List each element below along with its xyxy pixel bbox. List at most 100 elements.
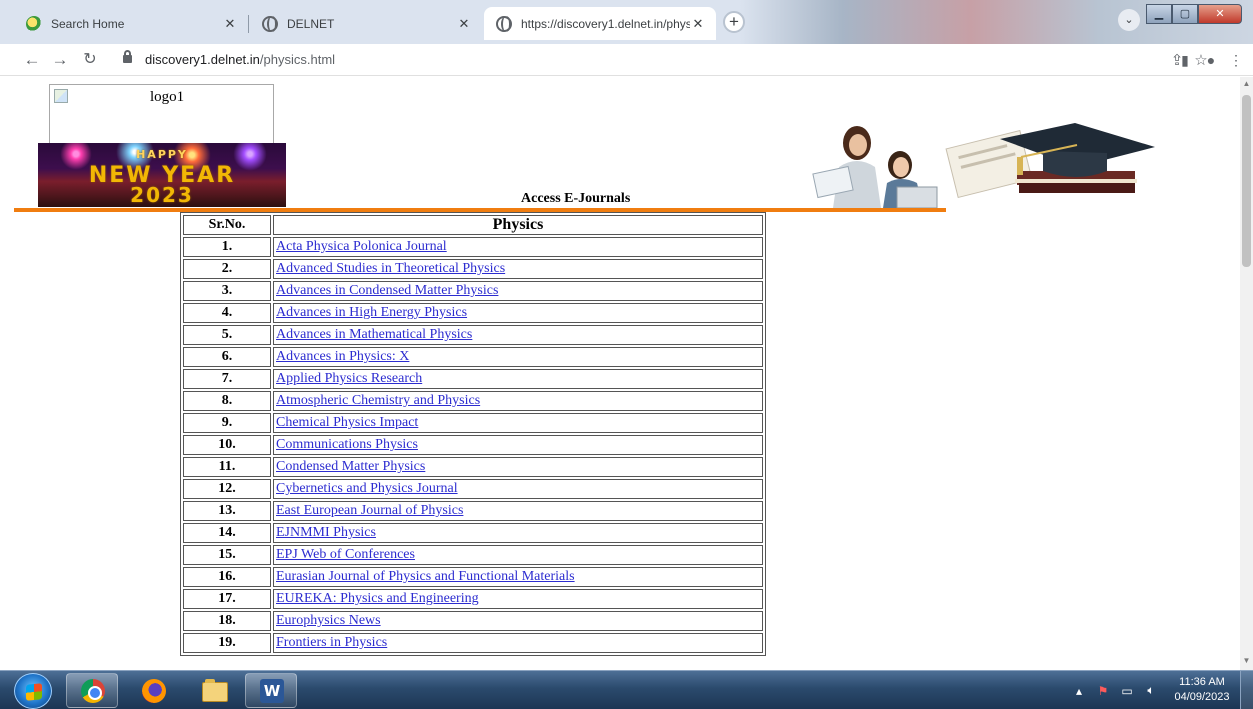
taskbar-word[interactable]: W [245,673,297,708]
table-row: 14. EJNMMI Physics [183,523,763,543]
close-icon[interactable]: ✕ [690,16,706,32]
journal-link[interactable]: Communications Physics [276,437,418,452]
journal-link[interactable]: Advanced Studies in Theoretical Physics [276,261,505,276]
graduation-cap-photo [945,117,1155,201]
tab-delnet[interactable]: DELNET ✕ [250,7,482,40]
close-icon[interactable]: ✕ [222,16,238,32]
journal-link[interactable]: Advances in Physics: X [276,349,409,364]
logo-alt-text: logo1 [150,89,185,105]
table-row: 12. Cybernetics and Physics Journal [183,479,763,499]
journal-link[interactable]: Frontiers in Physics [276,635,387,650]
taskbar-chrome[interactable] [66,673,118,708]
page-heading: Access E-Journals [521,191,631,206]
side-panel-icon[interactable]: ▮ [1173,48,1197,72]
chevron-down-icon: ⌄ [1124,14,1134,26]
window-close-button[interactable]: ✕ [1198,4,1242,24]
table-row: 10. Communications Physics [183,435,763,455]
chrome-icon [81,679,105,703]
url-text[interactable]: discovery1.delnet.in/physics.html [145,52,335,67]
journal-link[interactable]: Chemical Physics Impact [276,415,418,430]
journal-link[interactable]: Acta Physica Polonica Journal [276,239,447,254]
show-desktop-button[interactable] [1240,671,1253,709]
tab-separator [248,15,249,33]
table-row: 13. East European Journal of Physics [183,501,763,521]
close-icon[interactable]: ✕ [456,16,472,32]
start-button[interactable] [14,673,52,709]
journal-link[interactable]: Cybernetics and Physics Journal [276,481,458,496]
scroll-down-arrow-icon[interactable]: ▼ [1240,656,1253,668]
journal-link[interactable]: EPJ Web of Conferences [276,547,415,562]
serial-number: 14. [183,523,271,543]
journal-link[interactable]: Condensed Matter Physics [276,459,425,474]
clock-time: 11:36 AM [1179,676,1225,688]
tab-search-button[interactable]: ⌄ [1118,9,1140,31]
new-year-banner: HAPPY NEW YEAR 2023 [38,143,286,207]
serial-number: 19. [183,633,271,653]
vertical-scrollbar[interactable]: ▲ ▼ [1240,77,1253,670]
journal-cell: Advanced Studies in Theoretical Physics [273,259,763,279]
action-center-flag-icon[interactable]: ⚑ [1094,684,1112,698]
scrollbar-thumb[interactable] [1242,95,1251,267]
menu-kebab-icon[interactable]: ⋮ [1224,48,1248,72]
maximize-button[interactable]: ▢ [1172,4,1198,24]
table-row: 2. Advanced Studies in Theoretical Physic… [183,259,763,279]
taskbar-clock[interactable]: 11:36 AM 04/09/2023 [1172,675,1232,705]
journal-link[interactable]: EJNMMI Physics [276,525,376,540]
journal-cell: Applied Physics Research [273,369,763,389]
volume-icon[interactable]: 🔈︎ [1142,683,1160,698]
tab-title: https://discovery1.delnet.in/phys [521,16,690,31]
network-icon[interactable]: ▭ [1118,684,1136,698]
profile-icon[interactable]: ● [1199,48,1223,72]
web-page: logo1 HAPPY NEW YEAR 2023 Access E-Journ… [0,77,1240,670]
tab-strip: Search Home ✕ DELNET ✕ https://discovery… [0,0,1253,44]
journal-cell: Advances in High Energy Physics [273,303,763,323]
journal-cell: Atmospheric Chemistry and Physics [273,391,763,411]
table-row: 4. Advances in High Energy Physics [183,303,763,323]
table-header-row: Sr.No. Physics [183,215,763,235]
serial-number: 5. [183,325,271,345]
taskbar-file-explorer[interactable] [188,673,240,708]
serial-number: 9. [183,413,271,433]
journal-cell: East European Journal of Physics [273,501,763,521]
journal-link[interactable]: Eurasian Journal of Physics and Function… [276,569,575,584]
taskbar-firefox[interactable] [127,673,179,708]
serial-number: 3. [183,281,271,301]
journal-link[interactable]: Advances in Mathematical Physics [276,327,472,342]
serial-number: 10. [183,435,271,455]
forward-arrow-icon[interactable]: → [48,48,72,72]
table-row: 3. Advances in Condensed Matter Physics [183,281,763,301]
table-row: 18. Europhysics News [183,611,763,631]
new-tab-button[interactable]: + [723,11,745,33]
tab-title: Search Home [51,16,125,31]
journal-cell: Advances in Physics: X [273,347,763,367]
address-bar[interactable]: discovery1.delnet.in/physics.html ⇪ ☆ [115,47,1208,73]
table-row: 11. Condensed Matter Physics [183,457,763,477]
windows-logo-icon [26,683,42,701]
journal-cell: EJNMMI Physics [273,523,763,543]
url-domain: discovery1.delnet.in [145,52,260,67]
journal-link[interactable]: East European Journal of Physics [276,503,463,518]
tab-search-home[interactable]: Search Home ✕ [14,7,248,40]
journal-cell: Europhysics News [273,611,763,631]
serial-number: 2. [183,259,271,279]
serial-number: 15. [183,545,271,565]
journal-cell: Advances in Mathematical Physics [273,325,763,345]
journal-link[interactable]: Atmospheric Chemistry and Physics [276,393,480,408]
journal-link[interactable]: Advances in Condensed Matter Physics [276,283,498,298]
minimize-button[interactable]: ▁ [1146,4,1172,24]
journal-link[interactable]: Advances in High Energy Physics [276,305,467,320]
scroll-up-arrow-icon[interactable]: ▲ [1240,79,1253,91]
tab-physics-active[interactable]: https://discovery1.delnet.in/phys ✕ [484,7,716,40]
table-body: 1. Acta Physica Polonica Journal 2. Advance… [183,237,763,653]
journal-cell: Advances in Condensed Matter Physics [273,281,763,301]
back-arrow-icon[interactable]: ← [20,48,44,72]
serial-number: 1. [183,237,271,257]
journal-link[interactable]: Applied Physics Research [276,371,422,386]
show-hidden-icons-icon[interactable]: ▴ [1070,684,1088,698]
system-tray: ▴ ⚑ ▭ 🔈︎ [1070,671,1166,709]
globe-icon [262,15,278,32]
journal-link[interactable]: EUREKA: Physics and Engineering [276,591,479,606]
reload-icon[interactable]: ↻ [78,48,102,72]
journal-cell: Frontiers in Physics [273,633,763,653]
journal-link[interactable]: Europhysics News [276,613,381,628]
